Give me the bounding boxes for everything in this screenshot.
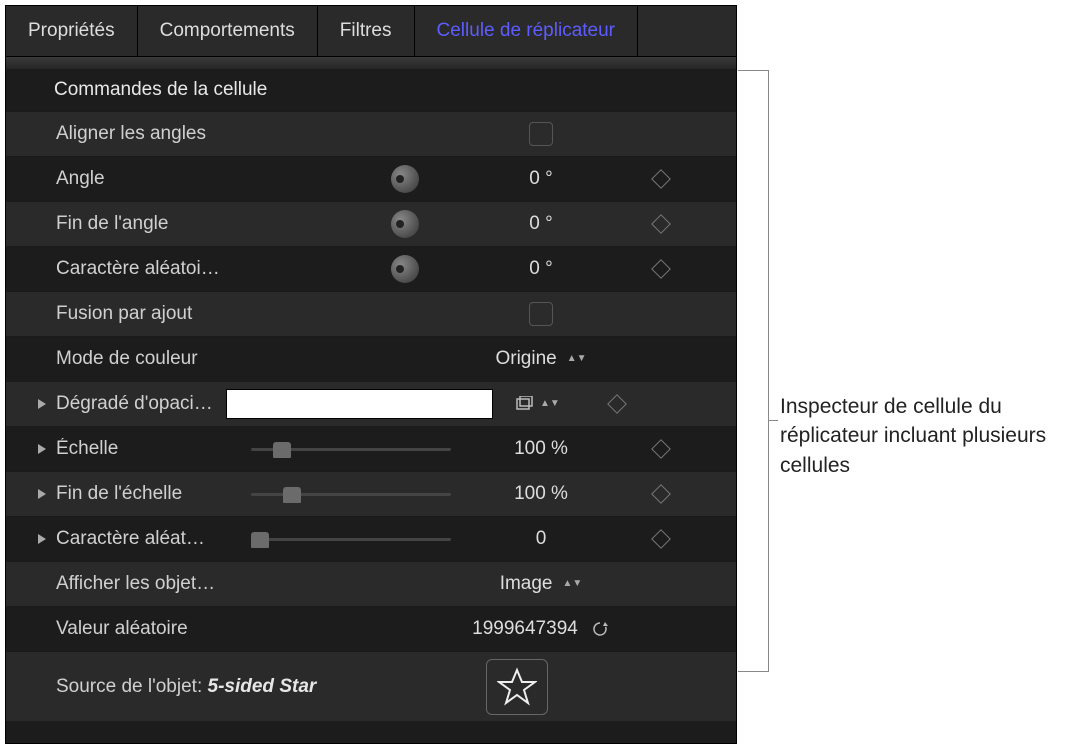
label-car-alea-angle: Caractère aléatoi… bbox=[56, 258, 251, 280]
source-well[interactable] bbox=[486, 659, 548, 715]
value-afficher: Image bbox=[500, 573, 553, 595]
dropdown-afficher[interactable]: Image ▲▼ bbox=[451, 573, 631, 595]
callout-stem bbox=[768, 420, 778, 421]
label-car-alea-ech: Caractère aléat… bbox=[56, 528, 251, 550]
row-echelle: Échelle 100 % bbox=[6, 426, 736, 471]
slider-fin-echelle[interactable] bbox=[251, 484, 451, 504]
callout-bracket bbox=[738, 70, 769, 672]
checkbox-aligner-angles[interactable] bbox=[529, 122, 553, 146]
row-fin-echelle: Fin de l'échelle 100 % bbox=[6, 471, 736, 516]
row-angle: Angle 0 ° bbox=[6, 156, 736, 201]
tab-proprietes[interactable]: Propriétés bbox=[6, 6, 138, 56]
gradient-preset-icon[interactable] bbox=[514, 394, 536, 414]
checkbox-fusion[interactable] bbox=[529, 302, 553, 326]
value-fin-echelle[interactable]: 100 % bbox=[514, 483, 568, 505]
slider-thumb[interactable] bbox=[273, 442, 291, 458]
dial-fin-angle[interactable] bbox=[391, 210, 419, 238]
slider-thumb[interactable] bbox=[283, 487, 301, 503]
label-source: Source de l'objet: bbox=[56, 676, 202, 698]
keyframe-angle[interactable] bbox=[651, 169, 671, 189]
value-echelle[interactable]: 100 % bbox=[514, 438, 568, 460]
row-fusion-ajout: Fusion par ajout bbox=[6, 291, 736, 336]
label-afficher: Afficher les objet… bbox=[56, 573, 251, 595]
row-afficher-objets: Afficher les objet… Image ▲▼ bbox=[6, 561, 736, 606]
value-car-alea-ech[interactable]: 0 bbox=[536, 528, 547, 550]
updown-icon: ▲▼ bbox=[567, 356, 587, 362]
disclosure-fin-echelle[interactable] bbox=[36, 488, 56, 500]
label-mode-couleur: Mode de couleur bbox=[56, 348, 251, 370]
disclosure-degrade[interactable] bbox=[36, 398, 56, 410]
callout-text: Inspecteur de cellule du réplicateur inc… bbox=[780, 392, 1080, 480]
dropdown-mode-couleur[interactable]: Origine ▲▼ bbox=[451, 348, 631, 370]
disclosure-echelle[interactable] bbox=[36, 443, 56, 455]
section-header: Commandes de la cellule bbox=[6, 69, 736, 111]
tab-comportements[interactable]: Comportements bbox=[138, 6, 318, 56]
label-fin-angle: Fin de l'angle bbox=[56, 213, 251, 235]
row-caractere-aleatoire-angle: Caractère aléatoi… 0 ° bbox=[6, 246, 736, 291]
label-angle: Angle bbox=[56, 168, 251, 190]
value-angle[interactable]: 0 ° bbox=[529, 168, 552, 190]
label-fin-echelle: Fin de l'échelle bbox=[56, 483, 251, 505]
updown-icon[interactable]: ▲▼ bbox=[540, 401, 560, 407]
row-valeur-aleatoire: Valeur aléatoire 1999647394 bbox=[6, 606, 736, 651]
value-fin-angle[interactable]: 0 ° bbox=[529, 213, 552, 235]
keyframe-echelle[interactable] bbox=[651, 439, 671, 459]
label-echelle: Échelle bbox=[56, 438, 251, 460]
keyframe-car-alea-ech[interactable] bbox=[651, 529, 671, 549]
row-source-objet: Source de l'objet: 5-sided Star bbox=[6, 651, 736, 721]
gradient-editor[interactable] bbox=[226, 389, 493, 419]
dial-car-alea-angle[interactable] bbox=[391, 255, 419, 283]
slider-echelle[interactable] bbox=[251, 439, 451, 459]
star-icon bbox=[497, 667, 537, 707]
dial-angle[interactable] bbox=[391, 165, 419, 193]
value-car-alea-angle[interactable]: 0 ° bbox=[529, 258, 552, 280]
tab-filtres[interactable]: Filtres bbox=[318, 6, 415, 56]
source-name: 5-sided Star bbox=[208, 676, 317, 698]
inspector-panel: Propriétés Comportements Filtres Cellule… bbox=[5, 5, 737, 744]
row-mode-couleur: Mode de couleur Origine ▲▼ bbox=[6, 336, 736, 381]
updown-icon: ▲▼ bbox=[563, 581, 583, 587]
inspector-tabs: Propriétés Comportements Filtres Cellule… bbox=[6, 6, 736, 57]
disclosure-car-alea-ech[interactable] bbox=[36, 533, 56, 545]
label-fusion: Fusion par ajout bbox=[56, 303, 251, 325]
value-valeur-alea[interactable]: 1999647394 bbox=[472, 618, 578, 640]
row-degrade-opacite: Dégradé d'opaci… ▲▼ bbox=[6, 381, 736, 426]
keyframe-car-alea-angle[interactable] bbox=[651, 259, 671, 279]
tab-cellule-replicateur[interactable]: Cellule de réplicateur bbox=[415, 6, 639, 56]
regenerate-icon[interactable] bbox=[590, 619, 610, 639]
row-fin-angle: Fin de l'angle 0 ° bbox=[6, 201, 736, 246]
keyframe-fin-angle[interactable] bbox=[651, 214, 671, 234]
row-aligner-angles: Aligner les angles bbox=[6, 111, 736, 156]
value-mode-couleur: Origine bbox=[495, 348, 556, 370]
keyframe-fin-echelle[interactable] bbox=[651, 484, 671, 504]
label-valeur-alea: Valeur aléatoire bbox=[56, 618, 251, 640]
keyframe-degrade[interactable] bbox=[607, 394, 627, 414]
row-caractere-aleatoire-echelle: Caractère aléat… 0 bbox=[6, 516, 736, 561]
slider-thumb[interactable] bbox=[251, 532, 269, 548]
slider-car-alea-ech[interactable] bbox=[251, 529, 451, 549]
label-aligner-angles: Aligner les angles bbox=[56, 123, 251, 145]
label-degrade-opacite: Dégradé d'opaci… bbox=[56, 393, 226, 415]
